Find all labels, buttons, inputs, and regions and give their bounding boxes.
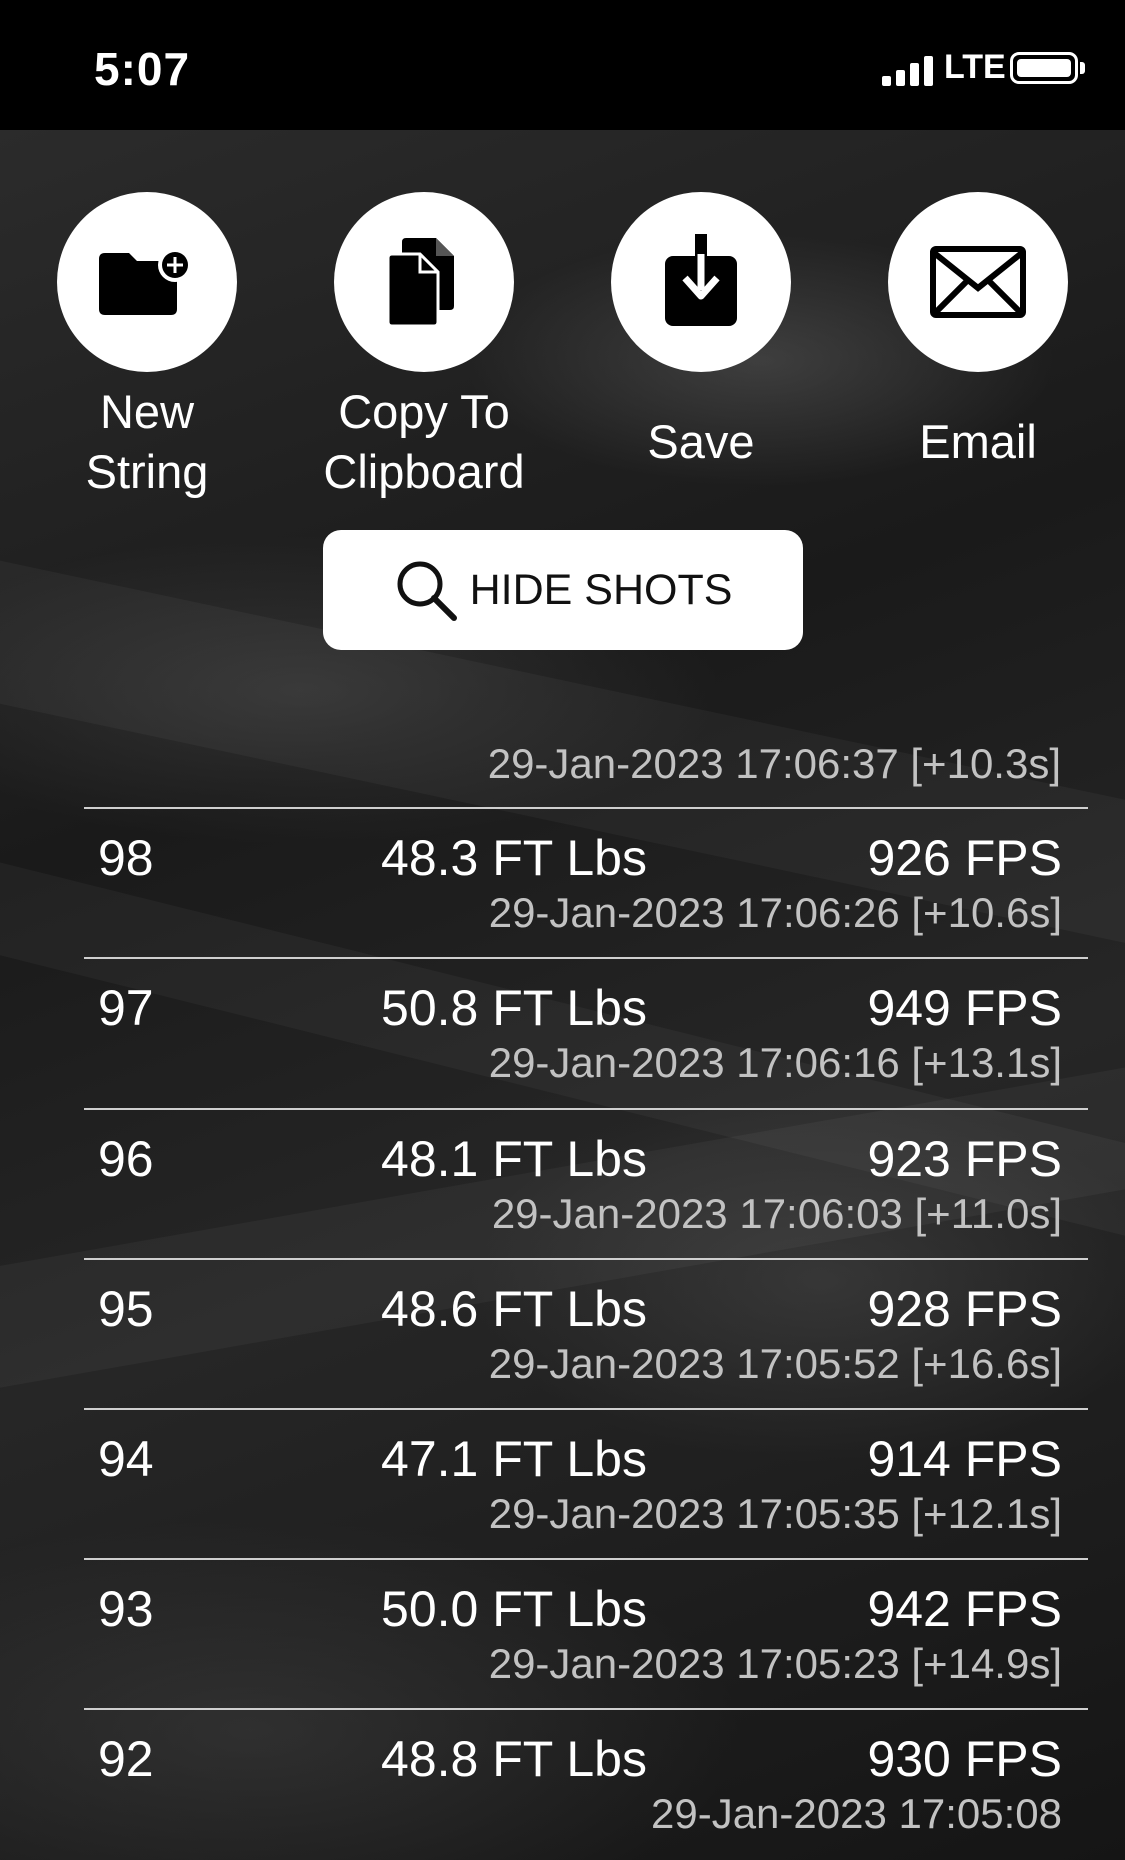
hide-shots-button[interactable]: HIDE SHOTS [323, 530, 803, 650]
new-string-circle[interactable] [57, 192, 237, 372]
shot-row[interactable]: 98 48.3 FT Lbs 926 FPS 29-Jan-2023 17:06… [84, 809, 1088, 959]
folder-plus-icon [99, 248, 192, 315]
hide-shots-label: HIDE SHOTS [469, 565, 733, 614]
shot-energy: 47.1 FT Lbs [381, 1431, 647, 1487]
shot-row[interactable]: 93 50.0 FT Lbs 942 FPS 29-Jan-2023 17:05… [84, 1560, 1088, 1710]
save-label: Save [647, 415, 755, 468]
shot-row[interactable]: 95 48.6 FT Lbs 928 FPS 29-Jan-2023 17:05… [84, 1260, 1088, 1410]
shot-velocity: 930 FPS [867, 1731, 1062, 1787]
shot-number: 94 [98, 1431, 154, 1487]
shot-row[interactable]: 97 50.8 FT Lbs 949 FPS 29-Jan-2023 17:06… [84, 959, 1088, 1109]
new-string-button[interactable]: New String [27, 192, 267, 502]
shot-energy: 50.0 FT Lbs [381, 1581, 647, 1637]
copy-to-clipboard-circle[interactable] [334, 192, 514, 372]
status-time: 5:07 [94, 43, 191, 95]
shot-timestamp: 29-Jan-2023 17:05:35 [+12.1s] [488, 1490, 1062, 1537]
shot-velocity: 949 FPS [867, 980, 1062, 1036]
copy-to-clipboard-button[interactable]: Copy To Clipboard [304, 192, 544, 502]
shot-row[interactable]: 94 47.1 FT Lbs 914 FPS 29-Jan-2023 17:05… [84, 1410, 1088, 1560]
copy-documents-icon [386, 238, 454, 328]
shot-energy: 48.1 FT Lbs [381, 1131, 647, 1187]
shot-velocity: 926 FPS [867, 830, 1062, 886]
shot-number: 97 [98, 980, 154, 1036]
save-button[interactable]: Save [581, 192, 821, 502]
shot-number: 95 [98, 1281, 154, 1337]
shot-timestamp: 29-Jan-2023 17:06:03 [+11.0s] [491, 1190, 1062, 1237]
battery-icon [1010, 52, 1078, 84]
shot-velocity: 923 FPS [867, 1131, 1062, 1187]
shot-energy: 48.3 FT Lbs [381, 830, 647, 886]
save-circle[interactable] [611, 192, 791, 372]
shot-energy: 50.8 FT Lbs [381, 980, 647, 1036]
email-circle[interactable] [888, 192, 1068, 372]
shot-number: 93 [98, 1581, 154, 1637]
network-type: LTE [944, 48, 1006, 86]
shot-number: 98 [98, 830, 154, 886]
shot-velocity: 914 FPS [867, 1431, 1062, 1487]
shot-timestamp: 29-Jan-2023 17:05:23 [+14.9s] [488, 1640, 1062, 1687]
new-string-label: New String [85, 385, 209, 498]
shot-number: 96 [98, 1131, 154, 1187]
copy-to-clipboard-label: Copy To Clipboard [323, 385, 525, 498]
shot-velocity: 928 FPS [867, 1281, 1062, 1337]
status-bar: 5:07 LTE [0, 0, 1125, 130]
shot-velocity: 942 FPS [867, 1581, 1062, 1637]
shot-energy: 48.6 FT Lbs [381, 1281, 647, 1337]
shot-timestamp: 29-Jan-2023 17:06:16 [+13.1s] [488, 1039, 1062, 1086]
previous-shot-timestamp: 29-Jan-2023 17:06:37 [+10.3s] [487, 740, 1061, 787]
email-label: Email [919, 415, 1037, 468]
search-icon [397, 561, 457, 621]
download-icon [665, 234, 737, 326]
email-button[interactable]: Email [858, 192, 1098, 502]
shot-number: 92 [98, 1731, 154, 1787]
shot-row[interactable]: 96 48.1 FT Lbs 923 FPS 29-Jan-2023 17:06… [84, 1110, 1088, 1260]
shot-timestamp: 29-Jan-2023 17:05:52 [+16.6s] [488, 1340, 1062, 1387]
battery-tip [1080, 62, 1085, 74]
envelope-icon [930, 246, 1026, 318]
shot-energy: 48.8 FT Lbs [381, 1731, 647, 1787]
shot-timestamp: 29-Jan-2023 17:06:26 [+10.6s] [488, 889, 1062, 936]
cellular-signal-icon [882, 56, 942, 86]
shot-timestamp: 29-Jan-2023 17:05:08 [651, 1790, 1062, 1837]
shot-row[interactable]: 92 48.8 FT Lbs 930 FPS 29-Jan-2023 17:05… [84, 1710, 1088, 1860]
